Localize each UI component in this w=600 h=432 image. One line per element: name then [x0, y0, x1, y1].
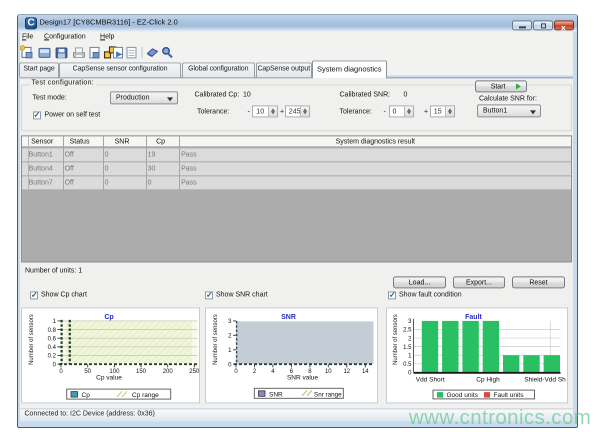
svg-text:Number of sensors: Number of sensors [29, 314, 35, 365]
svg-text:Cp value: Cp value [96, 374, 122, 381]
svg-text:3: 3 [228, 319, 232, 325]
svg-text:Good units: Good units [447, 392, 479, 399]
svg-text:1: 1 [408, 353, 412, 359]
svg-text:Cp High: Cp High [476, 376, 500, 383]
svg-text:Fault: Fault [465, 314, 482, 321]
svg-text:2: 2 [253, 369, 257, 375]
svg-text:0.4: 0.4 [47, 345, 56, 351]
svg-text:0.5: 0.5 [403, 362, 412, 368]
svg-text:4: 4 [271, 369, 275, 375]
svg-text:150: 150 [136, 369, 147, 375]
svg-text:Shield-Vdd Sh: Shield-Vdd Sh [524, 376, 566, 383]
svg-text:2: 2 [408, 336, 412, 342]
svg-text:0: 0 [228, 362, 232, 368]
svg-text:14: 14 [362, 369, 369, 375]
svg-text:Snr range: Snr range [314, 391, 342, 398]
svg-text:0: 0 [59, 369, 63, 375]
svg-text:2.5: 2.5 [403, 328, 412, 334]
svg-text:250: 250 [189, 369, 200, 375]
svg-text:2: 2 [228, 334, 232, 340]
svg-text:Cp: Cp [104, 314, 113, 321]
svg-text:SNR: SNR [281, 314, 296, 321]
svg-text:0: 0 [408, 371, 412, 377]
svg-text:1.5: 1.5 [403, 345, 412, 351]
svg-text:1: 1 [228, 348, 232, 354]
svg-text:50: 50 [84, 369, 91, 375]
svg-text:0: 0 [52, 362, 56, 368]
svg-text:Number of sensors: Number of sensors [213, 314, 219, 365]
svg-text:3: 3 [408, 319, 412, 325]
svg-text:12: 12 [344, 369, 351, 375]
svg-text:200: 200 [162, 369, 173, 375]
svg-text:0.8: 0.8 [47, 328, 56, 334]
svg-text:SNR: SNR [269, 391, 283, 398]
svg-text:0: 0 [234, 369, 238, 375]
svg-text:Cp: Cp [81, 392, 90, 399]
svg-text:Cp range: Cp range [132, 392, 159, 399]
svg-text:Vdd Short: Vdd Short [416, 376, 445, 383]
svg-text:SNR value: SNR value [287, 374, 318, 381]
svg-text:10: 10 [325, 369, 332, 375]
svg-text:0.2: 0.2 [47, 354, 56, 360]
svg-text:Fault units: Fault units [494, 392, 525, 399]
svg-text:Number of sensors: Number of sensors [393, 314, 399, 365]
svg-text:0.6: 0.6 [47, 336, 56, 342]
svg-text:1: 1 [52, 319, 56, 325]
